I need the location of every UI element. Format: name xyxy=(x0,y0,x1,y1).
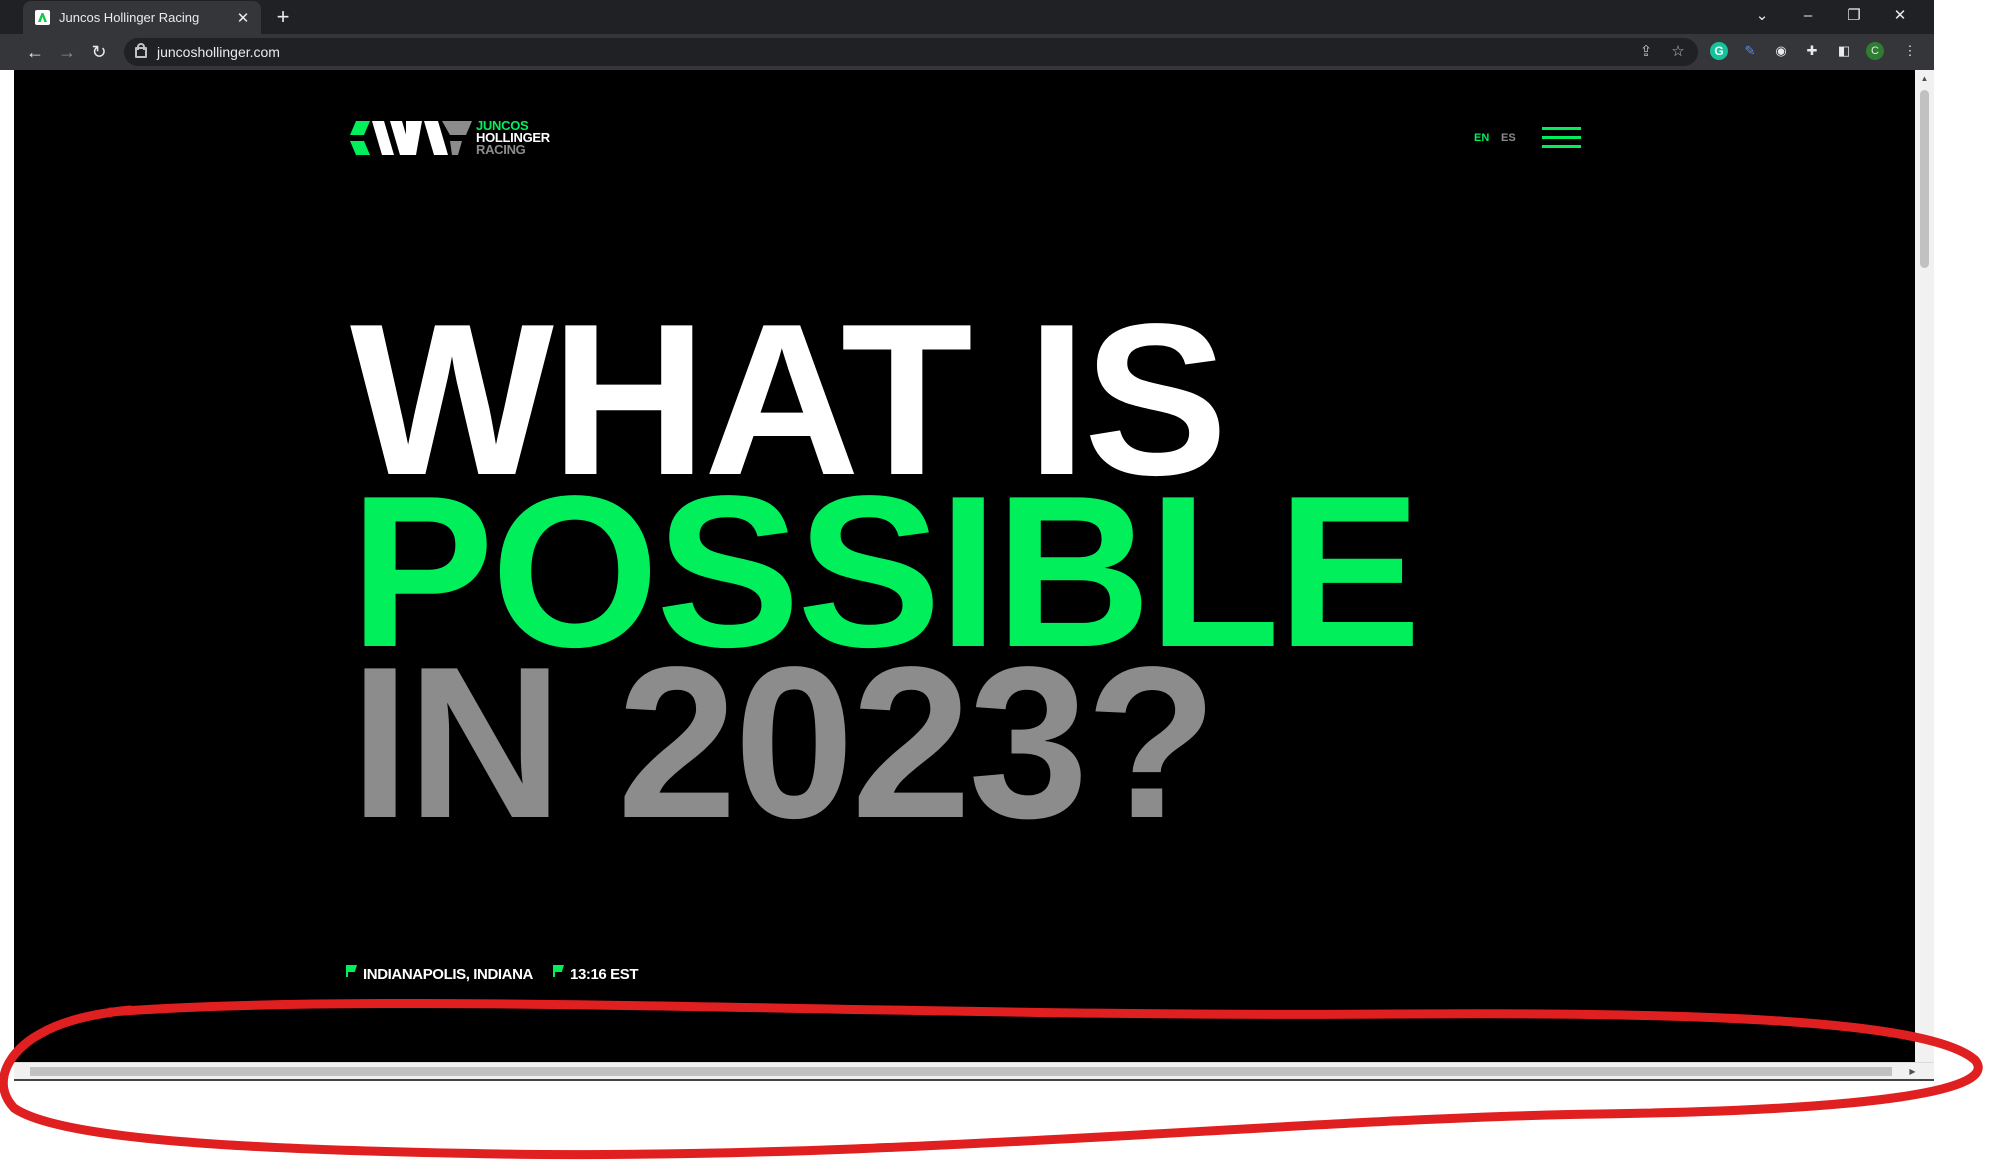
extensions-puzzle-icon[interactable]: ✚ xyxy=(1803,42,1821,60)
flag-icon xyxy=(346,965,357,977)
language-en-link[interactable]: EN xyxy=(1474,132,1489,144)
grammarly-extension-icon[interactable]: G xyxy=(1710,42,1728,60)
lock-icon[interactable] xyxy=(135,42,147,58)
browser-toolbar: ← → ↻ juncoshollinger.com ⇪ ☆ G ✎ ◉ ✚ ◧ … xyxy=(0,34,1934,70)
profile-avatar[interactable]: C xyxy=(1866,42,1884,60)
tab-title: Juncos Hollinger Racing xyxy=(59,10,200,25)
minimize-button[interactable]: – xyxy=(1786,3,1830,29)
time-info: 13:16 EST xyxy=(553,965,639,983)
tab-search-icon[interactable]: ⌄ xyxy=(1740,3,1784,29)
site-logo[interactable]: JUNCOS HOLLINGER RACING xyxy=(350,119,550,157)
bookmark-star-icon[interactable]: ☆ xyxy=(1667,42,1689,60)
hamburger-menu-icon[interactable] xyxy=(1542,127,1581,149)
location-text: INDIANAPOLIS, INDIANA xyxy=(363,966,533,983)
scroll-up-arrow-icon[interactable]: ▲ xyxy=(1915,70,1934,87)
location-info: INDIANAPOLIS, INDIANA xyxy=(346,965,533,983)
language-es-link[interactable]: ES xyxy=(1501,132,1516,144)
eye-extension-icon[interactable]: ◉ xyxy=(1772,42,1790,60)
logo-wordmark: JUNCOS HOLLINGER RACING xyxy=(476,119,550,157)
vertical-scrollbar[interactable]: ▲ xyxy=(1915,70,1934,1062)
jhr-logo-mark-icon xyxy=(350,121,472,155)
browser-menu-icon[interactable]: ⋮ xyxy=(1901,42,1919,60)
share-icon[interactable]: ⇪ xyxy=(1635,42,1657,60)
tab-strip: Juncos Hollinger Racing ✕ + ⌄ – ❐ ✕ xyxy=(0,0,1934,34)
forward-button[interactable]: → xyxy=(54,39,80,65)
restore-button[interactable]: ❐ xyxy=(1832,3,1876,29)
url-text[interactable]: juncoshollinger.com xyxy=(157,44,280,60)
address-bar[interactable]: juncoshollinger.com ⇪ ☆ xyxy=(124,38,1698,66)
page-viewport: JUNCOS HOLLINGER RACING EN ES WHAT IS PO… xyxy=(14,70,1915,1062)
back-button[interactable]: ← xyxy=(22,39,48,65)
browser-tab[interactable]: Juncos Hollinger Racing ✕ xyxy=(23,1,261,34)
vertical-scroll-thumb[interactable] xyxy=(1920,90,1929,268)
new-tab-button[interactable]: + xyxy=(270,5,296,31)
headline-line-3: IN 2023? xyxy=(350,621,1217,863)
red-annotation-ellipse xyxy=(0,998,1983,1160)
pen-extension-icon[interactable]: ✎ xyxy=(1741,42,1759,60)
tab-close-icon[interactable]: ✕ xyxy=(231,9,255,27)
flag-icon xyxy=(553,965,564,977)
reload-button[interactable]: ↻ xyxy=(86,39,112,65)
logo-line-racing: RACING xyxy=(476,142,526,157)
time-text: 13:16 EST xyxy=(570,966,639,983)
side-panel-icon[interactable]: ◧ xyxy=(1835,42,1853,60)
window-close-button[interactable]: ✕ xyxy=(1878,3,1922,29)
browser-chrome: Juncos Hollinger Racing ✕ + ⌄ – ❐ ✕ ← → … xyxy=(0,0,1934,70)
site-favicon-icon xyxy=(35,10,50,25)
